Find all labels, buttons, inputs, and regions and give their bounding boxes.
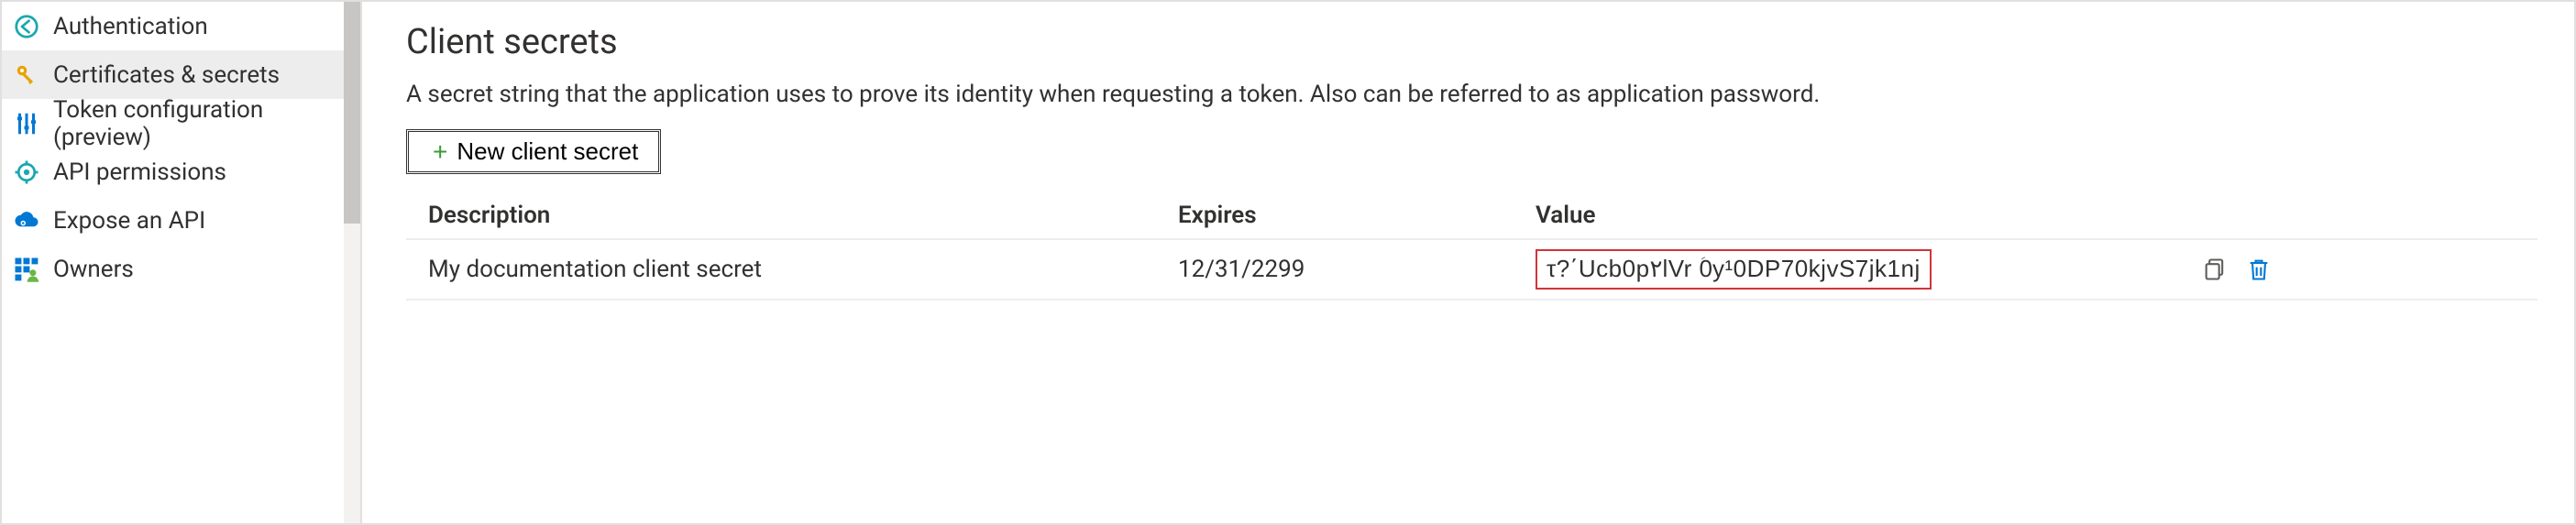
sliders-icon [13, 110, 40, 137]
sidebar-item-label: Authentication [53, 13, 208, 40]
sidebar: Authentication Certificates & secrets To… [2, 2, 362, 523]
sidebar-item-label: Expose an API [53, 207, 205, 235]
plus-icon: + [433, 139, 447, 165]
col-header-value: Value [1536, 202, 2196, 229]
new-client-secret-label: New client secret [457, 137, 638, 166]
sidebar-item-label: Certificates & secrets [53, 61, 280, 89]
api-perm-icon [13, 159, 40, 186]
table-header-row: Description Expires Value [406, 192, 2537, 240]
sidebar-scrollbar-thumb[interactable] [344, 2, 360, 224]
section-description: A secret string that the application use… [406, 79, 2285, 111]
col-header-description: Description [428, 202, 1178, 229]
copy-secret-button[interactable] [2201, 256, 2229, 283]
cloud-gear-icon [13, 207, 40, 235]
sidebar-item-owners[interactable]: Owners [2, 245, 344, 293]
sidebar-item-certificates-secrets[interactable]: Certificates & secrets [2, 50, 344, 99]
sidebar-item-expose-api[interactable]: Expose an API [2, 196, 344, 245]
table-row: My documentation client secret 12/31/229… [406, 240, 2537, 301]
secret-expires: 12/31/2299 [1178, 256, 1536, 283]
sidebar-item-api-permissions[interactable]: API permissions [2, 148, 344, 196]
sidebar-scrollbar-track[interactable] [344, 2, 360, 523]
auth-icon [13, 13, 40, 40]
client-secrets-table: Description Expires Value My documentati… [406, 192, 2537, 301]
secret-value: τ?΄Ucb0p٢lVr ؘ0y¹0DP70kjvS7jk1nj [1536, 249, 1932, 290]
key-icon [13, 61, 40, 89]
new-client-secret-button[interactable]: + New client secret [406, 129, 661, 174]
col-header-expires: Expires [1178, 202, 1536, 229]
sidebar-item-label: Owners [53, 256, 134, 283]
secret-description: My documentation client secret [428, 256, 1178, 283]
grid-person-icon [13, 256, 40, 283]
sidebar-item-token-configuration[interactable]: Token configuration (preview) [2, 99, 344, 148]
sidebar-item-label: API permissions [53, 159, 226, 186]
delete-secret-button[interactable] [2245, 256, 2273, 283]
sidebar-item-label: Token configuration (preview) [53, 96, 335, 151]
main-content: Client secrets A secret string that the … [362, 2, 2574, 523]
section-title: Client secrets [406, 22, 2537, 62]
sidebar-item-authentication[interactable]: Authentication [2, 2, 344, 50]
